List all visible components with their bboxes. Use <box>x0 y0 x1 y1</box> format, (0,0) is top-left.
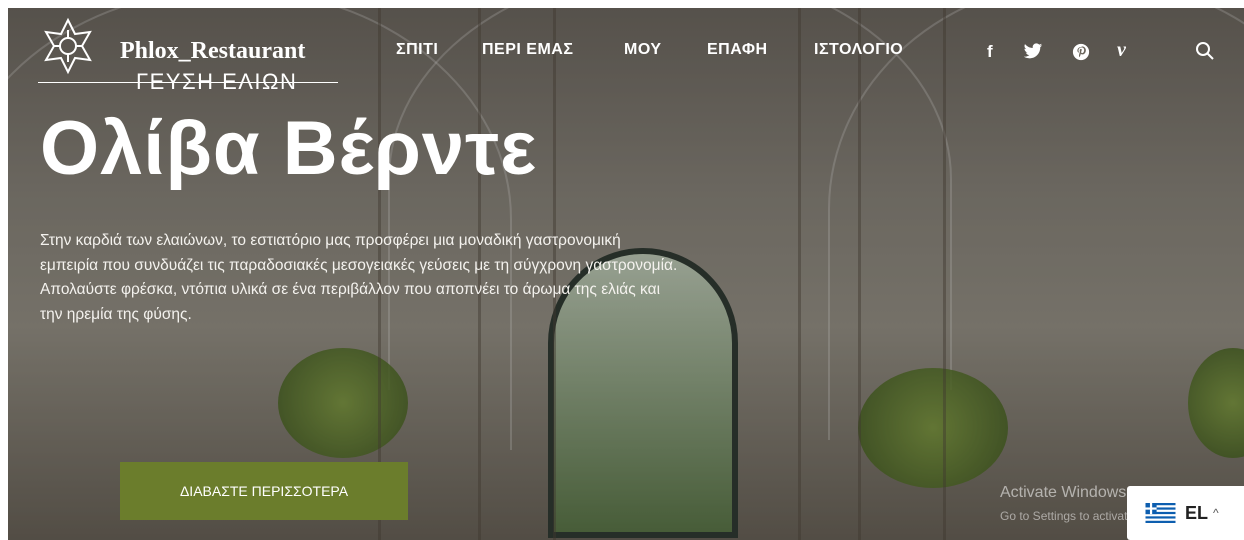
nav-mou[interactable]: ΜΟΥ <box>624 41 662 59</box>
brand-tagline: ΓΕΥΣΗ ΕΛΙΩΝ <box>136 69 298 94</box>
hero-description: Στην καρδιά των ελαιώνων, το εστιατόριο … <box>40 232 678 323</box>
nav-home[interactable]: ΣΠΙΤΙ <box>396 41 438 59</box>
site-header: Phlox_Restaurant ΓΕΥΣΗ ΕΛΙΩΝ ΣΠΙΤΙ ΠΕΡΙ … <box>8 8 1244 94</box>
vimeo-icon[interactable]: v <box>1117 39 1126 62</box>
search-icon[interactable] <box>1195 41 1215 66</box>
nav-contact[interactable]: ΕΠΑΦΗ <box>707 41 768 59</box>
facebook-icon[interactable]: f <box>987 42 993 62</box>
language-switcher[interactable]: EL ^ <box>1127 486 1244 540</box>
logo[interactable]: Phlox_Restaurant ΓΕΥΣΗ ΕΛΙΩΝ <box>38 16 338 94</box>
pinterest-icon[interactable] <box>1072 43 1090 66</box>
brand-name: Phlox_Restaurant <box>120 38 306 64</box>
language-code: EL <box>1185 502 1209 523</box>
nav-blog[interactable]: ΙΣΤΟΛΟΓΙΟ <box>814 41 903 59</box>
nav-about[interactable]: ΠΕΡΙ ΕΜΑΣ <box>482 41 573 59</box>
hero-title: Ολίβα Βέρντε <box>40 106 538 191</box>
olive-flower-logo-icon <box>44 17 92 75</box>
greek-flag-icon <box>1145 503 1176 523</box>
page-frame: Phlox_Restaurant ΓΕΥΣΗ ΕΛΙΩΝ ΣΠΙΤΙ ΠΕΡΙ … <box>8 8 1244 540</box>
chevron-up-icon: ^ <box>1213 506 1219 520</box>
activate-windows-title: Activate Windows <box>1000 484 1127 501</box>
read-more-button[interactable]: ΔΙΑΒΑΣΤΕ ΠΕΡΙΣΣΟΤΕΡΑ <box>120 462 408 520</box>
twitter-icon[interactable] <box>1023 43 1043 65</box>
